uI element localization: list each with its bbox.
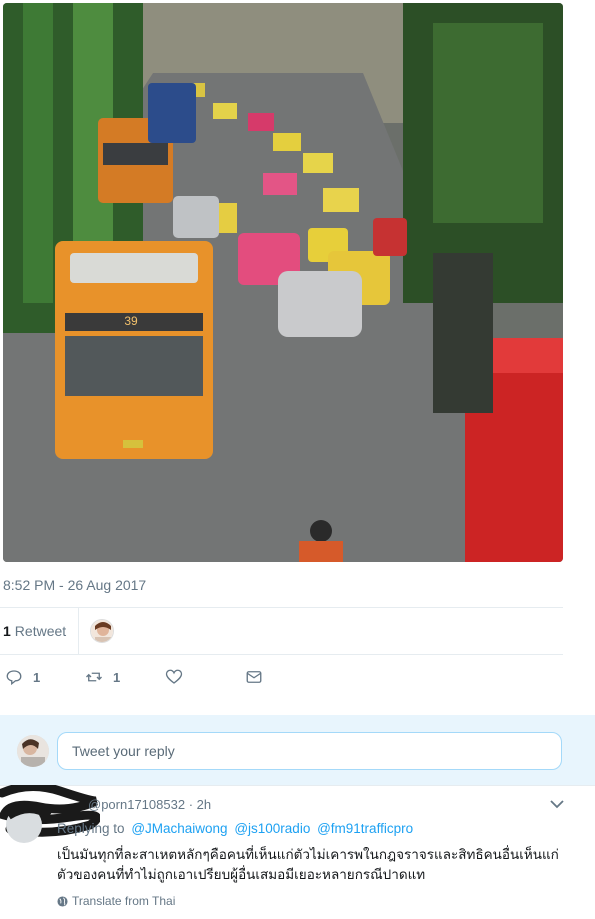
mention-link[interactable]: @fm91trafficpro (317, 821, 413, 836)
tweet-reply-input[interactable]: Tweet your reply (57, 732, 562, 770)
translate-label[interactable]: Translate from Thai (72, 894, 175, 908)
mention-link[interactable]: @JMachaiwong (131, 821, 227, 836)
retweet-stat-count: 1 (3, 623, 11, 639)
divider (0, 654, 563, 655)
tweet-actions: 1 1 (0, 665, 563, 689)
retweet-icon (86, 672, 102, 682)
mention-link[interactable]: @js100radio (234, 821, 310, 836)
replying-to: Replying to @JMachaiwong @js100radio @fm… (57, 821, 413, 836)
reply-handle[interactable]: @porn17108532 (88, 797, 185, 812)
reply-time[interactable]: · 2h (189, 797, 211, 812)
reply-action[interactable]: 1 (5, 668, 40, 686)
like-action[interactable] (165, 668, 183, 686)
reply-count: 1 (33, 669, 41, 685)
reply-composer: Tweet your reply (0, 715, 595, 785)
translate-link[interactable]: Translate from Thai (57, 894, 175, 908)
bus-route-number: 39 (124, 314, 138, 328)
envelope-icon (246, 671, 262, 683)
message-action[interactable] (245, 668, 263, 686)
globe-icon (57, 895, 68, 907)
tweet-photo[interactable]: 39 (3, 3, 563, 562)
retweeter-avatar[interactable] (90, 619, 115, 643)
redacted-avatar-scribble (0, 785, 100, 843)
retweet-stat[interactable]: 1 Retweet (0, 608, 80, 654)
replying-to-label: Replying to (57, 821, 125, 836)
reply-author[interactable]: @porn17108532 · 2h (88, 797, 211, 812)
heart-icon (165, 669, 183, 684)
reply-icon (6, 670, 22, 686)
tweet-stats: 1 Retweet (0, 608, 563, 654)
reply-text: เป็นมันทุกที่ละสาเหตหลักๆคือคนที่เห็นแก่… (57, 847, 559, 882)
reply-tweet[interactable]: @porn17108532 · 2h Replying to @JMachaiw… (0, 785, 595, 919)
chevron-down-icon[interactable] (550, 799, 564, 809)
tweet-timestamp[interactable]: 8:52 PM - 26 Aug 2017 (3, 577, 146, 593)
retweet-stat-label: Retweet (14, 623, 67, 639)
traffic-photo-icon: 39 (3, 3, 563, 562)
retweet-count: 1 (113, 669, 121, 685)
current-user-avatar[interactable] (17, 735, 49, 767)
retweet-action[interactable]: 1 (85, 668, 120, 686)
